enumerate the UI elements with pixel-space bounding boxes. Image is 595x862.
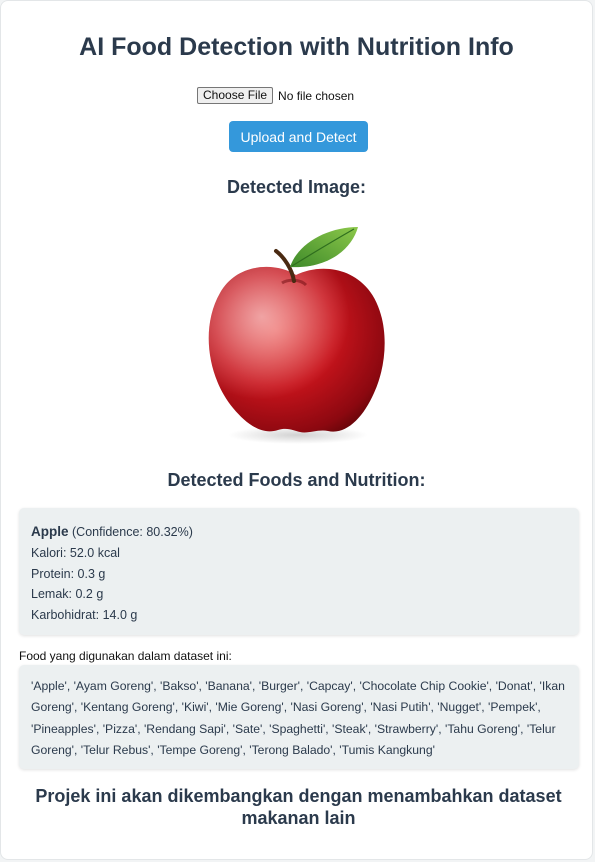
dataset-foods-list: 'Apple', 'Ayam Goreng', 'Bakso', 'Banana… — [19, 665, 579, 769]
footer-note: Projek ini akan dikembangkan dengan mena… — [35, 786, 562, 828]
results-heading: Detected Foods and Nutrition: — [167, 470, 426, 490]
file-status-text: No file chosen — [278, 88, 355, 103]
karbohidrat-value: Karbohidrat: 14.0 g — [31, 608, 138, 623]
choose-file-button[interactable]: Choose File — [197, 87, 274, 104]
detected-image-heading: Detected Image: — [226, 177, 367, 197]
page-container: AI Food Detection with Nutrition Info Ch… — [0, 0, 593, 860]
detected-food-image — [178, 213, 417, 456]
kalori-value: Kalori: 52.0 kcal — [31, 545, 120, 560]
file-input[interactable]: Choose File No file chosen — [197, 87, 354, 104]
protein-value: Protein: 0.3 g — [31, 566, 106, 581]
dataset-label: Food yang digunakan dalam dataset ini: — [19, 649, 232, 663]
apple-illustration — [208, 227, 385, 444]
food-result-header: Apple (Confidence: 80.32%) — [31, 522, 567, 543]
upload-and-detect-button[interactable]: Upload and Detect — [229, 121, 368, 152]
lemak-value: Lemak: 0.2 g — [31, 587, 104, 602]
confidence-text: (Confidence: 80.32%) — [72, 525, 193, 539]
food-name: Apple — [31, 524, 69, 539]
nutrition-result-card: Apple (Confidence: 80.32%) Kalori: 52.0 … — [19, 508, 579, 635]
page-title: AI Food Detection with Nutrition Info — [79, 33, 514, 61]
